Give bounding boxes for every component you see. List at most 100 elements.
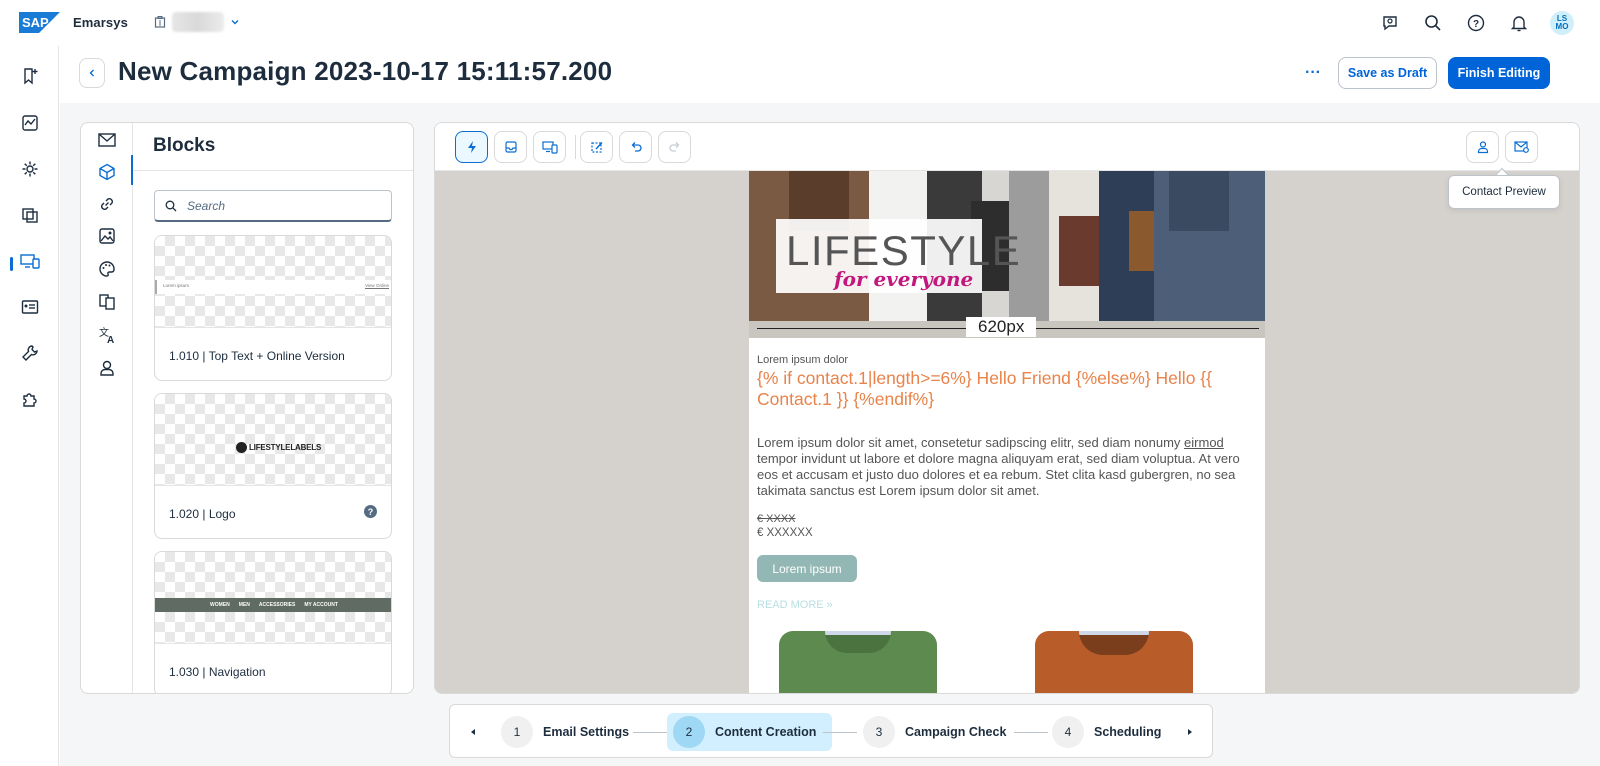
step-number: 3 <box>863 716 895 748</box>
step-content-creation[interactable]: 2 Content Creation <box>667 713 833 751</box>
email-preview-button[interactable] <box>1505 131 1538 163</box>
tenant-name-redacted <box>172 12 224 32</box>
step-label: Campaign Check <box>905 725 1007 739</box>
save-as-draft-button[interactable]: Save as Draft <box>1338 57 1437 89</box>
device-preview-button[interactable] <box>533 131 566 163</box>
email-read-more-link[interactable]: READ MORE » <box>757 599 833 611</box>
side-navigation <box>0 46 59 766</box>
step-label: Scheduling <box>1094 725 1162 739</box>
shell-bar: SAP Emarsys ? LS MO <box>0 0 1600 46</box>
green-sweater-image[interactable] <box>779 631 937 693</box>
user-avatar[interactable]: LS MO <box>1546 8 1578 38</box>
editor-canvas[interactable]: LIFESTYLE for everyone 620px Lorem ipsum… <box>435 171 1579 693</box>
email-old-price[interactable]: € XXXX <box>757 513 796 525</box>
cube-icon[interactable] <box>96 161 118 183</box>
finish-editing-button[interactable]: Finish Editing <box>1448 57 1550 89</box>
joule-assistant-icon[interactable] <box>1374 8 1406 38</box>
building-icon <box>154 16 166 28</box>
chevron-down-icon <box>231 20 239 25</box>
search-icon[interactable] <box>1417 8 1449 38</box>
preview-nav-item: MEN <box>238 602 250 608</box>
palette-icon[interactable] <box>96 258 118 280</box>
block-card-label: 1.030 | Navigation <box>169 665 266 679</box>
block-card-navigation[interactable]: WOMEN MEN ACCESSORIES MY ACCOUNT 1.030 |… <box>154 551 392 693</box>
nav-addons-icon[interactable] <box>19 388 41 410</box>
block-preview: LIFESTYLELABELS <box>155 394 391 486</box>
nav-campaigns-icon[interactable] <box>19 65 41 87</box>
sweater-collar <box>1079 631 1149 655</box>
copy-icon[interactable] <box>96 291 118 313</box>
email-preview[interactable]: LIFESTYLE for everyone 620px Lorem ipsum… <box>749 171 1265 693</box>
hero-logo-box: LIFESTYLE for everyone <box>776 219 1020 293</box>
back-button[interactable] <box>79 58 105 88</box>
email-cta-button[interactable]: Lorem ipsum <box>757 555 857 582</box>
brand-name: Emarsys <box>73 15 128 30</box>
help-icon[interactable]: ? <box>364 505 377 518</box>
email-editor: LIFESTYLE for everyone 620px Lorem ipsum… <box>434 122 1580 694</box>
redo-button[interactable] <box>658 131 691 163</box>
quick-actions-button[interactable] <box>455 131 488 163</box>
envelope-icon[interactable] <box>96 129 118 151</box>
inbox-button[interactable] <box>494 131 527 163</box>
block-preview: WOMEN MEN ACCESSORIES MY ACCOUNT <box>155 552 391 644</box>
chevron-left-icon <box>89 69 94 77</box>
avatar-initials: LS MO <box>1550 11 1574 35</box>
tenant-selector[interactable] <box>154 12 240 32</box>
translate-icon[interactable]: 文A <box>96 324 118 346</box>
email-heading[interactable]: {% if contact.1|length>=6%} Hello Friend… <box>757 368 1247 410</box>
email-intro[interactable]: Lorem ipsum dolor <box>757 354 848 366</box>
step-number: 4 <box>1052 716 1084 748</box>
nav-active-indicator <box>10 257 13 271</box>
step-label: Email Settings <box>543 725 630 739</box>
svg-text:SAP: SAP <box>22 15 49 30</box>
step-email-settings[interactable]: 1 Email Settings <box>501 713 629 751</box>
sap-logo[interactable]: SAP <box>19 12 60 33</box>
step-connector <box>1014 732 1048 733</box>
search-placeholder: Search <box>187 198 226 213</box>
person-icon[interactable] <box>96 357 118 379</box>
lightning-icon <box>467 141 476 153</box>
blocks-title: Blocks <box>153 135 216 156</box>
preview-nav-bar: WOMEN MEN ACCESSORIES MY ACCOUNT <box>155 598 391 612</box>
wizard-stepper: 1 Email Settings 2 Content Creation 3 Ca… <box>449 704 1213 758</box>
nav-content-icon[interactable] <box>19 204 41 226</box>
email-body[interactable]: Lorem ipsum dolor sit amet, consetetur s… <box>757 435 1252 499</box>
email-price[interactable]: € XXXXXX <box>757 527 813 539</box>
body-text: tempor invidunt ut labore et dolore magn… <box>757 451 1240 498</box>
nav-channels-icon[interactable] <box>19 250 41 272</box>
block-card-top-text[interactable]: Lorem ipsum View Online 1.010 | Top Text… <box>154 235 392 381</box>
step-label: Content Creation <box>715 725 817 739</box>
devices-icon <box>541 141 558 154</box>
blocks-divider <box>133 170 413 171</box>
bell-icon[interactable] <box>1503 8 1535 38</box>
more-options-button[interactable]: ··· <box>1300 60 1326 86</box>
block-card-logo[interactable]: LIFESTYLELABELS 1.020 | Logo ? <box>154 393 392 539</box>
person-icon <box>1477 141 1488 154</box>
sweater-collar <box>825 631 891 653</box>
undo-button[interactable] <box>619 131 652 163</box>
nav-analytics-icon[interactable] <box>19 112 41 134</box>
nav-contacts-icon[interactable] <box>19 296 41 318</box>
preview-nav-item: MY ACCOUNT <box>304 602 338 608</box>
help-icon[interactable]: ? <box>1460 8 1492 38</box>
hero-image[interactable]: LIFESTYLE for everyone 620px <box>749 171 1265 338</box>
contact-preview-button[interactable] <box>1466 131 1499 163</box>
preview-nav-item: WOMEN <box>210 602 230 608</box>
images-icon[interactable] <box>96 225 118 247</box>
mail-search-icon <box>1513 141 1529 153</box>
redo-icon <box>668 142 679 152</box>
nav-tools-icon[interactable] <box>19 342 41 364</box>
stepper-next-icon[interactable] <box>1183 724 1197 740</box>
nav-automation-icon[interactable] <box>19 158 41 180</box>
stepper-prev-icon[interactable] <box>466 724 480 740</box>
step-number: 1 <box>501 716 533 748</box>
step-campaign-check[interactable]: 3 Campaign Check <box>863 713 1006 751</box>
svg-text:?: ? <box>1473 19 1479 30</box>
blocks-search-input[interactable]: Search <box>154 190 392 222</box>
orange-sweater-image[interactable] <box>1035 631 1193 693</box>
edit-button[interactable] <box>580 131 613 163</box>
preview-nav-item: ACCESSORIES <box>258 602 296 608</box>
link-icon[interactable] <box>96 193 118 215</box>
contact-preview-tooltip: Contact Preview <box>1448 175 1560 209</box>
step-scheduling[interactable]: 4 Scheduling <box>1052 713 1161 751</box>
